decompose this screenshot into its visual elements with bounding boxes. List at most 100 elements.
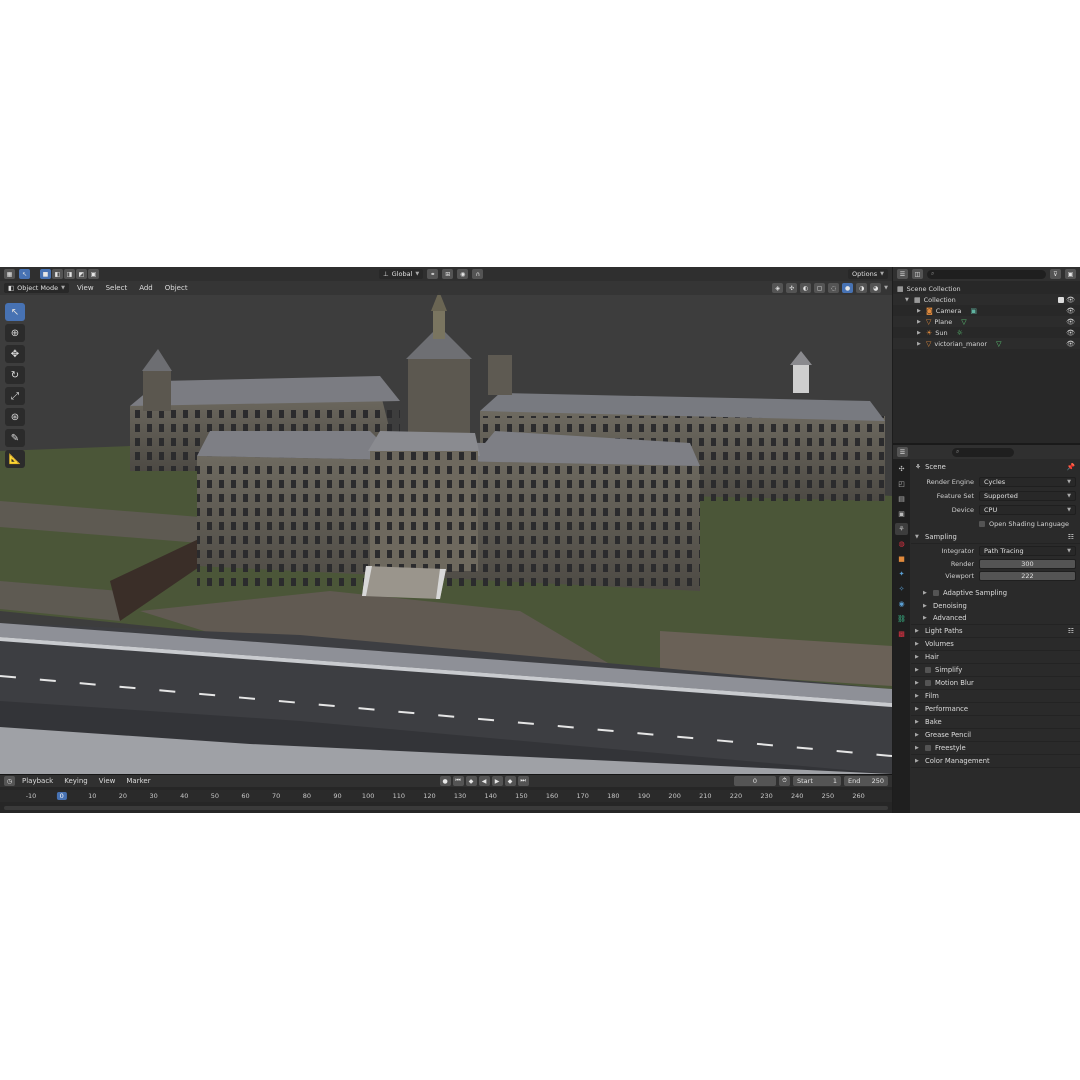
annotate-tool-icon[interactable]: ✎	[5, 429, 25, 447]
outliner-item-plane[interactable]: ▶ ▽ Plane ▽ 👁	[893, 316, 1080, 327]
tool-tab-icon[interactable]: ✣	[895, 463, 908, 475]
snap-icon[interactable]: ⊞	[442, 269, 454, 279]
scene-render[interactable]	[0, 281, 892, 774]
panel-checkbox[interactable]	[925, 680, 931, 686]
panel-film[interactable]: ▶ Film	[911, 690, 1080, 703]
integrator-dropdown[interactable]: Path Tracing ▼	[979, 546, 1076, 556]
filter-icon[interactable]: ⊽	[1050, 269, 1061, 279]
properties-search-input[interactable]: ⌕	[952, 447, 1014, 457]
select-new-icon[interactable]: ■	[40, 269, 51, 279]
pivot-icon[interactable]: ⚭	[427, 269, 439, 279]
menu-playback[interactable]: Playback	[18, 776, 57, 786]
object-tab-icon[interactable]: ■	[895, 553, 908, 565]
chevron-down-icon[interactable]: ▼	[884, 285, 888, 291]
panel-checkbox[interactable]	[925, 667, 931, 673]
osl-row[interactable]: Open Shading Language	[911, 517, 1080, 531]
visibility-icon[interactable]: ◈	[772, 283, 784, 293]
expand-arrow-icon[interactable]: ▼	[905, 297, 911, 303]
editor-type-icon[interactable]: ☰	[897, 447, 908, 457]
subpanel-denoising[interactable]: ▶ Denoising	[911, 599, 1080, 612]
properties-editor[interactable]: ☰ ⌕ ✣ ◰ ▤ ▣ ⚘ ◍ ■ ✦ ✧ ◉ ⛓ ▩ ⚘ Scene 📌 Re…	[893, 443, 1080, 813]
display-mode-icon[interactable]: ◫	[912, 269, 923, 279]
eye-icon[interactable]: 👁	[1066, 307, 1075, 315]
outliner-item-sun[interactable]: ▶ ☀ Sun ☼ 👁	[893, 327, 1080, 338]
panel-sampling[interactable]: ▼ Sampling ☷	[911, 531, 1080, 544]
play-reverse-icon[interactable]: ◀	[478, 776, 490, 786]
panel-volumes[interactable]: ▶ Volumes	[911, 638, 1080, 651]
timeline[interactable]: ◷ Playback Keying View Marker ● ⏮ ◆ ◀ ▶ …	[0, 774, 892, 813]
menu-select[interactable]: Select	[102, 283, 132, 293]
transform-orientation-dropdown[interactable]: ⊥ Global ▼	[379, 269, 424, 279]
scene-tab-icon[interactable]: ⚘	[895, 523, 908, 535]
panel-bake[interactable]: ▶ Bake	[911, 716, 1080, 729]
timeline-scrollbar[interactable]	[4, 806, 888, 810]
panel-motion-blur[interactable]: ▶ Motion Blur	[911, 677, 1080, 690]
panel-light-paths[interactable]: ▶ Light Paths ☷	[911, 625, 1080, 638]
modifier-tab-icon[interactable]: ✦	[895, 568, 908, 580]
material-shading-icon[interactable]: ◑	[856, 283, 868, 293]
prev-key-icon[interactable]: ◆	[465, 776, 477, 786]
move-tool-icon[interactable]: ✥	[5, 345, 25, 363]
include-checkbox[interactable]	[1058, 296, 1064, 303]
select-invert-icon[interactable]: ◩	[76, 269, 87, 279]
eye-icon[interactable]: 👁	[1066, 340, 1075, 348]
select-extend-icon[interactable]: ◧	[52, 269, 63, 279]
expand-arrow-icon[interactable]: ▶	[917, 341, 923, 347]
view-layer-tab-icon[interactable]: ▣	[895, 508, 908, 520]
overlay-icon[interactable]: ◐	[800, 283, 812, 293]
outliner-item-victorian-manor[interactable]: ▶ ▽ victorian_manor ▽ 👁	[893, 338, 1080, 349]
jump-start-icon[interactable]: ⏮	[452, 776, 464, 786]
expand-arrow-icon[interactable]: ▶	[917, 330, 923, 336]
outliner-item-camera[interactable]: ▶ ◙ Camera ▣ 👁	[893, 305, 1080, 316]
presets-icon[interactable]: ☷	[1068, 533, 1074, 541]
frame-ruler[interactable]: -10 0 10 20 30 40 50 60 70 80 90 100 110 120 130 140 150…	[0, 790, 892, 802]
subpanel-advanced[interactable]: ▶ Advanced	[911, 612, 1080, 625]
solid-shading-icon[interactable]: ●	[842, 283, 854, 293]
menu-object[interactable]: Object	[161, 283, 192, 293]
start-frame-field[interactable]: Start 1	[793, 776, 841, 786]
falloff-icon[interactable]: ∩	[472, 269, 484, 279]
collection-row[interactable]: ▼ ▦ Collection 👁	[893, 294, 1080, 305]
world-tab-icon[interactable]: ◍	[895, 538, 908, 550]
select-tool-icon[interactable]: ↖	[5, 303, 25, 321]
transform-tool-icon[interactable]: ⊛	[5, 408, 25, 426]
particles-tab-icon[interactable]: ✧	[895, 583, 908, 595]
record-icon[interactable]: ●	[439, 776, 451, 786]
panel-color-management[interactable]: ▶ Color Management	[911, 755, 1080, 768]
render-engine-dropdown[interactable]: Cycles ▼	[979, 477, 1076, 487]
constraints-tab-icon[interactable]: ⛓	[895, 613, 908, 625]
pin-icon[interactable]: 📌	[1067, 463, 1075, 471]
select-box-icon[interactable]: ↖	[19, 269, 30, 279]
eye-icon[interactable]: 👁	[1066, 318, 1075, 326]
eye-icon[interactable]: 👁	[1066, 329, 1075, 337]
cursor-tool-icon[interactable]: ⊕	[5, 324, 25, 342]
play-icon[interactable]: ▶	[491, 776, 503, 786]
expand-arrow-icon[interactable]: ▶	[917, 308, 923, 314]
texture-tab-icon[interactable]: ▩	[895, 628, 908, 640]
render-samples-field[interactable]: 300	[979, 559, 1076, 569]
adaptive-checkbox[interactable]	[933, 589, 939, 596]
menu-timeline-view[interactable]: View	[95, 776, 120, 786]
end-frame-field[interactable]: End 250	[844, 776, 888, 786]
panel-checkbox[interactable]	[925, 745, 931, 751]
viewport-samples-field[interactable]: 222	[979, 571, 1076, 581]
eye-icon[interactable]: 👁	[1066, 296, 1075, 304]
panel-freestyle[interactable]: ▶ Freestyle	[911, 742, 1080, 755]
scene-collection-row[interactable]: ▦ Scene Collection	[893, 283, 1080, 294]
osl-checkbox[interactable]	[979, 521, 985, 527]
render-tab-icon[interactable]: ◰	[895, 478, 908, 490]
subpanel-adaptive-sampling[interactable]: ▶ Adaptive Sampling	[911, 586, 1080, 599]
menu-add[interactable]: Add	[135, 283, 157, 293]
mode-dropdown[interactable]: ◧ Object Mode ▼	[4, 283, 69, 293]
rotate-tool-icon[interactable]: ↻	[5, 366, 25, 384]
proportional-edit-icon[interactable]: ◉	[457, 269, 469, 279]
panel-grease-pencil[interactable]: ▶ Grease Pencil	[911, 729, 1080, 742]
panel-simplify[interactable]: ▶ Simplify	[911, 664, 1080, 677]
outliner-search-input[interactable]: ⌕	[927, 269, 1046, 279]
panel-hair[interactable]: ▶ Hair	[911, 651, 1080, 664]
new-collection-icon[interactable]: ▣	[1065, 269, 1076, 279]
menu-view[interactable]: View	[73, 283, 98, 293]
menu-marker[interactable]: Marker	[122, 776, 154, 786]
next-key-icon[interactable]: ◆	[504, 776, 516, 786]
output-tab-icon[interactable]: ▤	[895, 493, 908, 505]
